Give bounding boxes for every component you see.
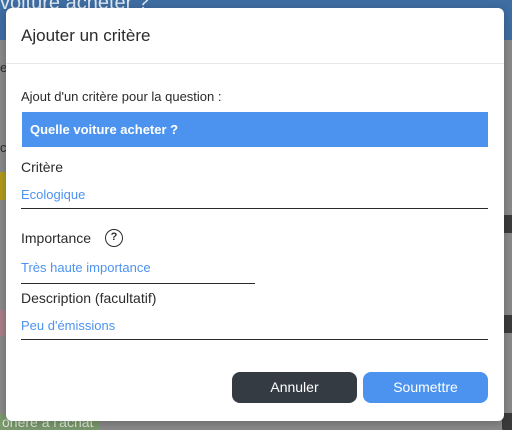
importance-select[interactable]: Très haute importance (21, 258, 255, 284)
dialog-header: Ajouter un critère (6, 8, 504, 64)
criterion-input[interactable]: Ecologique (21, 185, 488, 209)
criterion-label: Critère (21, 159, 64, 175)
help-icon[interactable]: ? (105, 229, 123, 247)
intro-text: Ajout d'un critère pour la question : (21, 89, 222, 104)
cancel-button[interactable]: Annuler (232, 372, 357, 403)
add-criterion-dialog: Ajouter un critère Ajout d'un critère po… (6, 8, 504, 421)
dialog-title: Ajouter un critère (21, 26, 151, 45)
importance-label: Importance (21, 230, 92, 246)
description-input[interactable]: Peu d'émissions (21, 316, 488, 340)
question-banner: Quelle voiture acheter ? (22, 112, 488, 147)
submit-button[interactable]: Soumettre (363, 372, 488, 403)
description-label: Description (facultatif) (21, 290, 157, 306)
